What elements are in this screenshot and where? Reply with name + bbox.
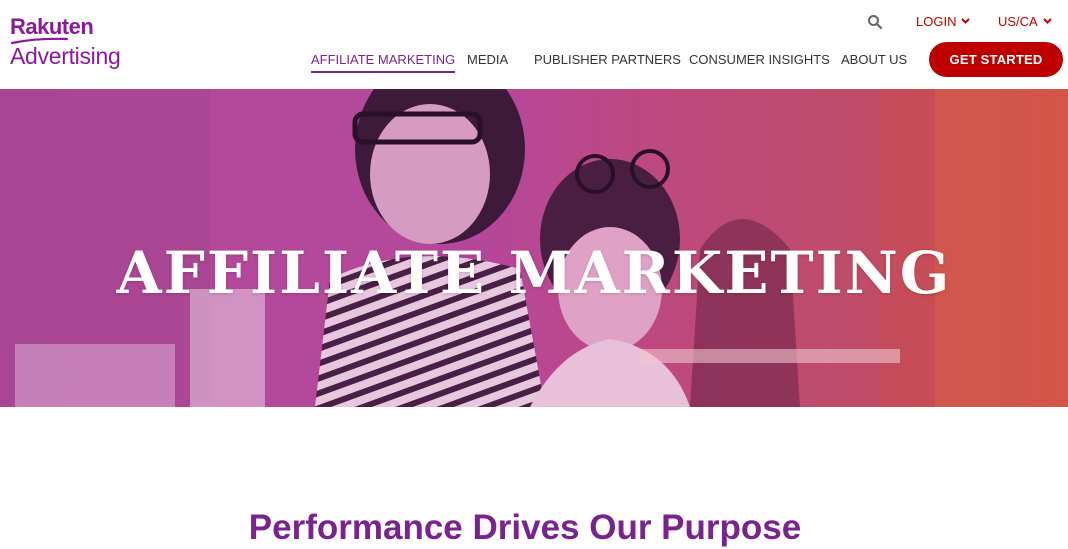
hero-banner: AFFILIATE MARKETING xyxy=(0,89,1068,407)
rakuten-advertising-logo[interactable]: Rakuten Advertising xyxy=(10,14,130,70)
nav-item-affiliate-marketing[interactable]: AFFILIATE MARKETING xyxy=(311,51,456,73)
chevron-down-icon xyxy=(961,18,971,24)
get-started-button[interactable]: GET STARTED xyxy=(929,42,1063,77)
logo-wordmark-advertising: Advertising xyxy=(10,43,121,69)
login-dropdown[interactable]: LOGIN xyxy=(916,11,971,31)
hero-title: AFFILIATE MARKETING xyxy=(116,238,952,307)
region-dropdown[interactable]: US/CA xyxy=(998,11,1052,31)
site-header: Rakuten Advertising LOGIN US/CA AFFILIAT… xyxy=(0,0,1068,89)
nav-item-publisher-partners[interactable]: PUBLISHER PARTNERS xyxy=(534,51,681,68)
nav-item-consumer-insights[interactable]: CONSUMER INSIGHTS xyxy=(689,51,830,68)
chevron-down-icon xyxy=(1043,18,1052,24)
section-title: Performance Drives Our Purpose xyxy=(248,508,802,547)
nav-item-media[interactable]: MEDIA xyxy=(467,51,508,68)
region-label: US/CA xyxy=(998,13,1038,29)
search-icon[interactable] xyxy=(867,14,883,30)
nav-item-about-us[interactable]: ABOUT US xyxy=(841,51,907,68)
login-label: LOGIN xyxy=(916,13,957,29)
